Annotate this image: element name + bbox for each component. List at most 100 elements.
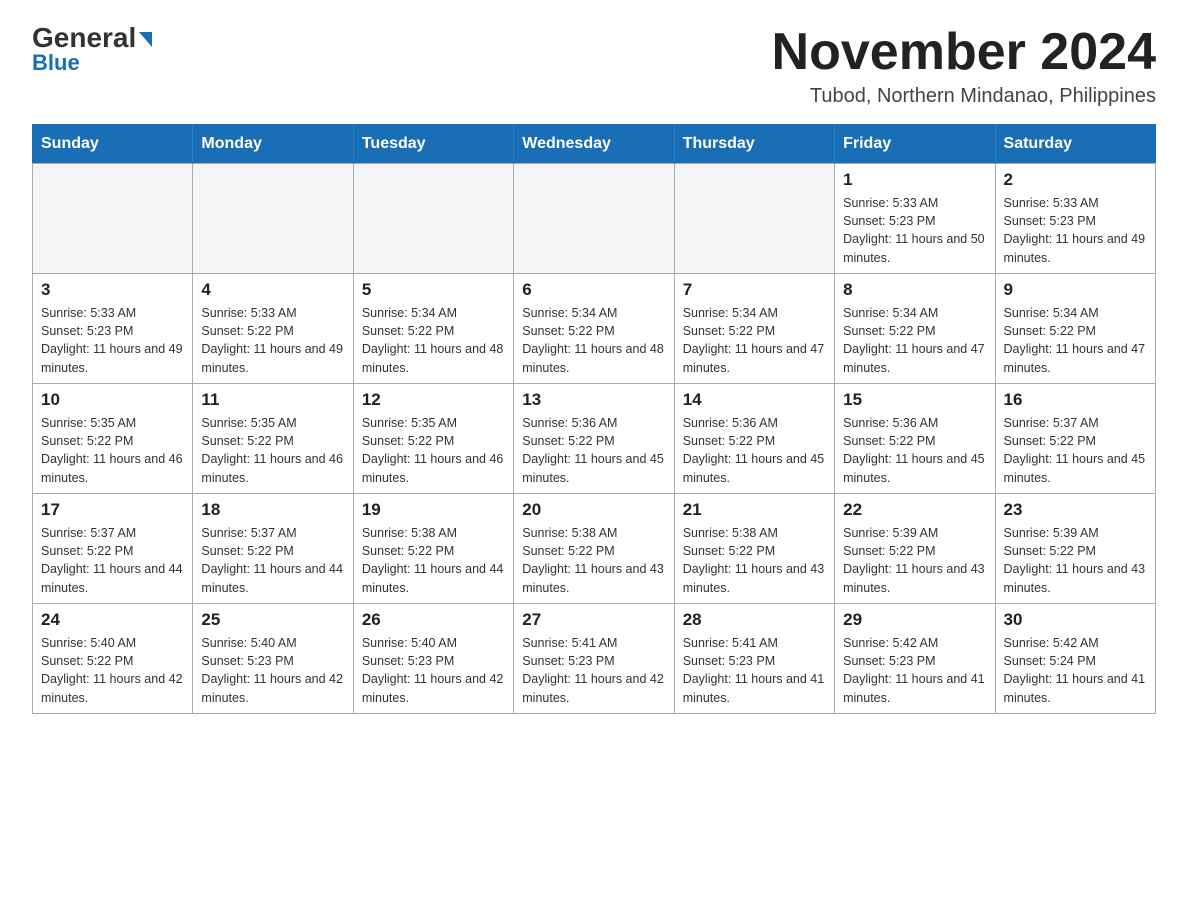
title-block: November 2024 Tubod, Northern Mindanao, … xyxy=(772,24,1156,108)
day-info: Sunrise: 5:41 AM Sunset: 5:23 PM Dayligh… xyxy=(683,634,826,707)
calendar-body: 1 Sunrise: 5:33 AM Sunset: 5:23 PM Daylig… xyxy=(33,164,1156,714)
day-number: 11 xyxy=(201,390,344,410)
calendar-cell: 4Sunrise: 5:33 AM Sunset: 5:22 PM Daylig… xyxy=(193,274,353,384)
day-number: 23 xyxy=(1004,500,1147,520)
calendar-cell: 15 Sunrise: 5:36 AM Sunset: 5:22 PM Dayli… xyxy=(835,384,995,494)
day-info: Sunrise: 5:33 AM Sunset: 5:23 PM Dayligh… xyxy=(41,304,184,377)
day-number: 25 xyxy=(201,610,344,630)
day-info: Sunrise: 5:40 AM Sunset: 5:22 PM Dayligh… xyxy=(41,634,184,707)
calendar-cell: 5 Sunrise: 5:34 AM Sunset: 5:22 PM Daylig… xyxy=(353,274,513,384)
day-number: 4 xyxy=(201,280,344,300)
day-info: Sunrise: 5:38 AM Sunset: 5:22 PM Dayligh… xyxy=(362,524,505,597)
day-number: 1 xyxy=(843,170,986,190)
calendar-cell: 7 Sunrise: 5:34 AM Sunset: 5:22 PM Daylig… xyxy=(674,274,834,384)
day-number: 15 xyxy=(843,390,986,410)
calendar-cell: 28 Sunrise: 5:41 AM Sunset: 5:23 PM Dayli… xyxy=(674,604,834,714)
day-number: 12 xyxy=(362,390,505,410)
calendar-cell: 2 Sunrise: 5:33 AM Sunset: 5:23 PM Daylig… xyxy=(995,164,1155,274)
calendar-cell: 1 Sunrise: 5:33 AM Sunset: 5:23 PM Daylig… xyxy=(835,164,995,274)
weekday-header-monday: Monday xyxy=(193,125,353,164)
day-info: Sunrise: 5:35 AM Sunset: 5:22 PM Dayligh… xyxy=(201,414,344,487)
month-title: November 2024 xyxy=(772,24,1156,81)
day-info: Sunrise: 5:34 AM Sunset: 5:22 PM Dayligh… xyxy=(683,304,826,377)
day-info: Sunrise: 5:34 AM Sunset: 5:22 PM Dayligh… xyxy=(843,304,986,377)
day-number: 27 xyxy=(522,610,665,630)
day-number: 24 xyxy=(41,610,184,630)
calendar-week-3: 17 Sunrise: 5:37 AM Sunset: 5:22 PM Dayli… xyxy=(33,494,1156,604)
calendar-cell: 19 Sunrise: 5:38 AM Sunset: 5:22 PM Dayli… xyxy=(353,494,513,604)
day-number: 19 xyxy=(362,500,505,520)
day-number: 29 xyxy=(843,610,986,630)
day-info: Sunrise: 5:36 AM Sunset: 5:22 PM Dayligh… xyxy=(843,414,986,487)
day-info: Sunrise: 5:35 AM Sunset: 5:22 PM Dayligh… xyxy=(41,414,184,487)
calendar-header-row: SundayMondayTuesdayWednesdayThursdayFrid… xyxy=(33,125,1156,164)
day-number: 3 xyxy=(41,280,184,300)
calendar-cell xyxy=(674,164,834,274)
day-number: 21 xyxy=(683,500,826,520)
day-number: 20 xyxy=(522,500,665,520)
day-number: 13 xyxy=(522,390,665,410)
day-number: 14 xyxy=(683,390,826,410)
day-number: 28 xyxy=(683,610,826,630)
day-info: Sunrise: 5:36 AM Sunset: 5:22 PM Dayligh… xyxy=(683,414,826,487)
calendar-cell: 9 Sunrise: 5:34 AM Sunset: 5:22 PM Daylig… xyxy=(995,274,1155,384)
weekday-header-sunday: Sunday xyxy=(33,125,193,164)
calendar-cell: 18 Sunrise: 5:37 AM Sunset: 5:22 PM Dayli… xyxy=(193,494,353,604)
calendar-cell: 14 Sunrise: 5:36 AM Sunset: 5:22 PM Dayli… xyxy=(674,384,834,494)
day-number: 9 xyxy=(1004,280,1147,300)
day-info: Sunrise: 5:37 AM Sunset: 5:22 PM Dayligh… xyxy=(41,524,184,597)
calendar-cell xyxy=(514,164,674,274)
calendar-cell: 3 Sunrise: 5:33 AM Sunset: 5:23 PM Daylig… xyxy=(33,274,193,384)
day-info: Sunrise: 5:33 AM Sunset: 5:23 PM Dayligh… xyxy=(843,194,986,267)
day-info: Sunrise: 5:34 AM Sunset: 5:22 PM Dayligh… xyxy=(1004,304,1147,377)
calendar-cell: 29 Sunrise: 5:42 AM Sunset: 5:23 PM Dayli… xyxy=(835,604,995,714)
calendar-cell: 30 Sunrise: 5:42 AM Sunset: 5:24 PM Dayli… xyxy=(995,604,1155,714)
day-info: Sunrise: 5:37 AM Sunset: 5:22 PM Dayligh… xyxy=(201,524,344,597)
calendar-cell: 16Sunrise: 5:37 AM Sunset: 5:22 PM Dayli… xyxy=(995,384,1155,494)
weekday-header-tuesday: Tuesday xyxy=(353,125,513,164)
calendar-cell: 27Sunrise: 5:41 AM Sunset: 5:23 PM Dayli… xyxy=(514,604,674,714)
weekday-header-saturday: Saturday xyxy=(995,125,1155,164)
day-info: Sunrise: 5:42 AM Sunset: 5:24 PM Dayligh… xyxy=(1004,634,1147,707)
calendar-cell: 26Sunrise: 5:40 AM Sunset: 5:23 PM Dayli… xyxy=(353,604,513,714)
calendar-cell xyxy=(193,164,353,274)
calendar-cell: 10Sunrise: 5:35 AM Sunset: 5:22 PM Dayli… xyxy=(33,384,193,494)
day-info: Sunrise: 5:38 AM Sunset: 5:22 PM Dayligh… xyxy=(522,524,665,597)
day-info: Sunrise: 5:36 AM Sunset: 5:22 PM Dayligh… xyxy=(522,414,665,487)
day-number: 2 xyxy=(1004,170,1147,190)
day-number: 5 xyxy=(362,280,505,300)
calendar-cell: 20 Sunrise: 5:38 AM Sunset: 5:22 PM Dayli… xyxy=(514,494,674,604)
calendar-cell: 13 Sunrise: 5:36 AM Sunset: 5:22 PM Dayli… xyxy=(514,384,674,494)
day-info: Sunrise: 5:42 AM Sunset: 5:23 PM Dayligh… xyxy=(843,634,986,707)
logo: General Blue xyxy=(32,24,152,76)
day-number: 17 xyxy=(41,500,184,520)
calendar-cell: 17 Sunrise: 5:37 AM Sunset: 5:22 PM Dayli… xyxy=(33,494,193,604)
day-info: Sunrise: 5:34 AM Sunset: 5:22 PM Dayligh… xyxy=(362,304,505,377)
day-number: 16 xyxy=(1004,390,1147,410)
calendar-table: SundayMondayTuesdayWednesdayThursdayFrid… xyxy=(32,124,1156,714)
calendar-cell: 12Sunrise: 5:35 AM Sunset: 5:22 PM Dayli… xyxy=(353,384,513,494)
calendar-cell: 24 Sunrise: 5:40 AM Sunset: 5:22 PM Dayli… xyxy=(33,604,193,714)
calendar-cell xyxy=(33,164,193,274)
day-number: 6 xyxy=(522,280,665,300)
weekday-header-wednesday: Wednesday xyxy=(514,125,674,164)
day-number: 22 xyxy=(843,500,986,520)
calendar-cell: 11 Sunrise: 5:35 AM Sunset: 5:22 PM Dayli… xyxy=(193,384,353,494)
calendar-week-0: 1 Sunrise: 5:33 AM Sunset: 5:23 PM Daylig… xyxy=(33,164,1156,274)
day-info: Sunrise: 5:40 AM Sunset: 5:23 PM Dayligh… xyxy=(362,634,505,707)
calendar-cell: 8 Sunrise: 5:34 AM Sunset: 5:22 PM Daylig… xyxy=(835,274,995,384)
location: Tubod, Northern Mindanao, Philippines xyxy=(772,85,1156,108)
day-number: 18 xyxy=(201,500,344,520)
day-number: 8 xyxy=(843,280,986,300)
day-number: 7 xyxy=(683,280,826,300)
day-info: Sunrise: 5:39 AM Sunset: 5:22 PM Dayligh… xyxy=(1004,524,1147,597)
day-number: 30 xyxy=(1004,610,1147,630)
calendar-week-2: 10Sunrise: 5:35 AM Sunset: 5:22 PM Dayli… xyxy=(33,384,1156,494)
day-info: Sunrise: 5:40 AM Sunset: 5:23 PM Dayligh… xyxy=(201,634,344,707)
calendar-week-4: 24 Sunrise: 5:40 AM Sunset: 5:22 PM Dayli… xyxy=(33,604,1156,714)
calendar-cell: 21Sunrise: 5:38 AM Sunset: 5:22 PM Dayli… xyxy=(674,494,834,604)
day-info: Sunrise: 5:33 AM Sunset: 5:23 PM Dayligh… xyxy=(1004,194,1147,267)
calendar-cell: 25 Sunrise: 5:40 AM Sunset: 5:23 PM Dayli… xyxy=(193,604,353,714)
logo-bottom: Blue xyxy=(32,50,80,76)
day-info: Sunrise: 5:39 AM Sunset: 5:22 PM Dayligh… xyxy=(843,524,986,597)
